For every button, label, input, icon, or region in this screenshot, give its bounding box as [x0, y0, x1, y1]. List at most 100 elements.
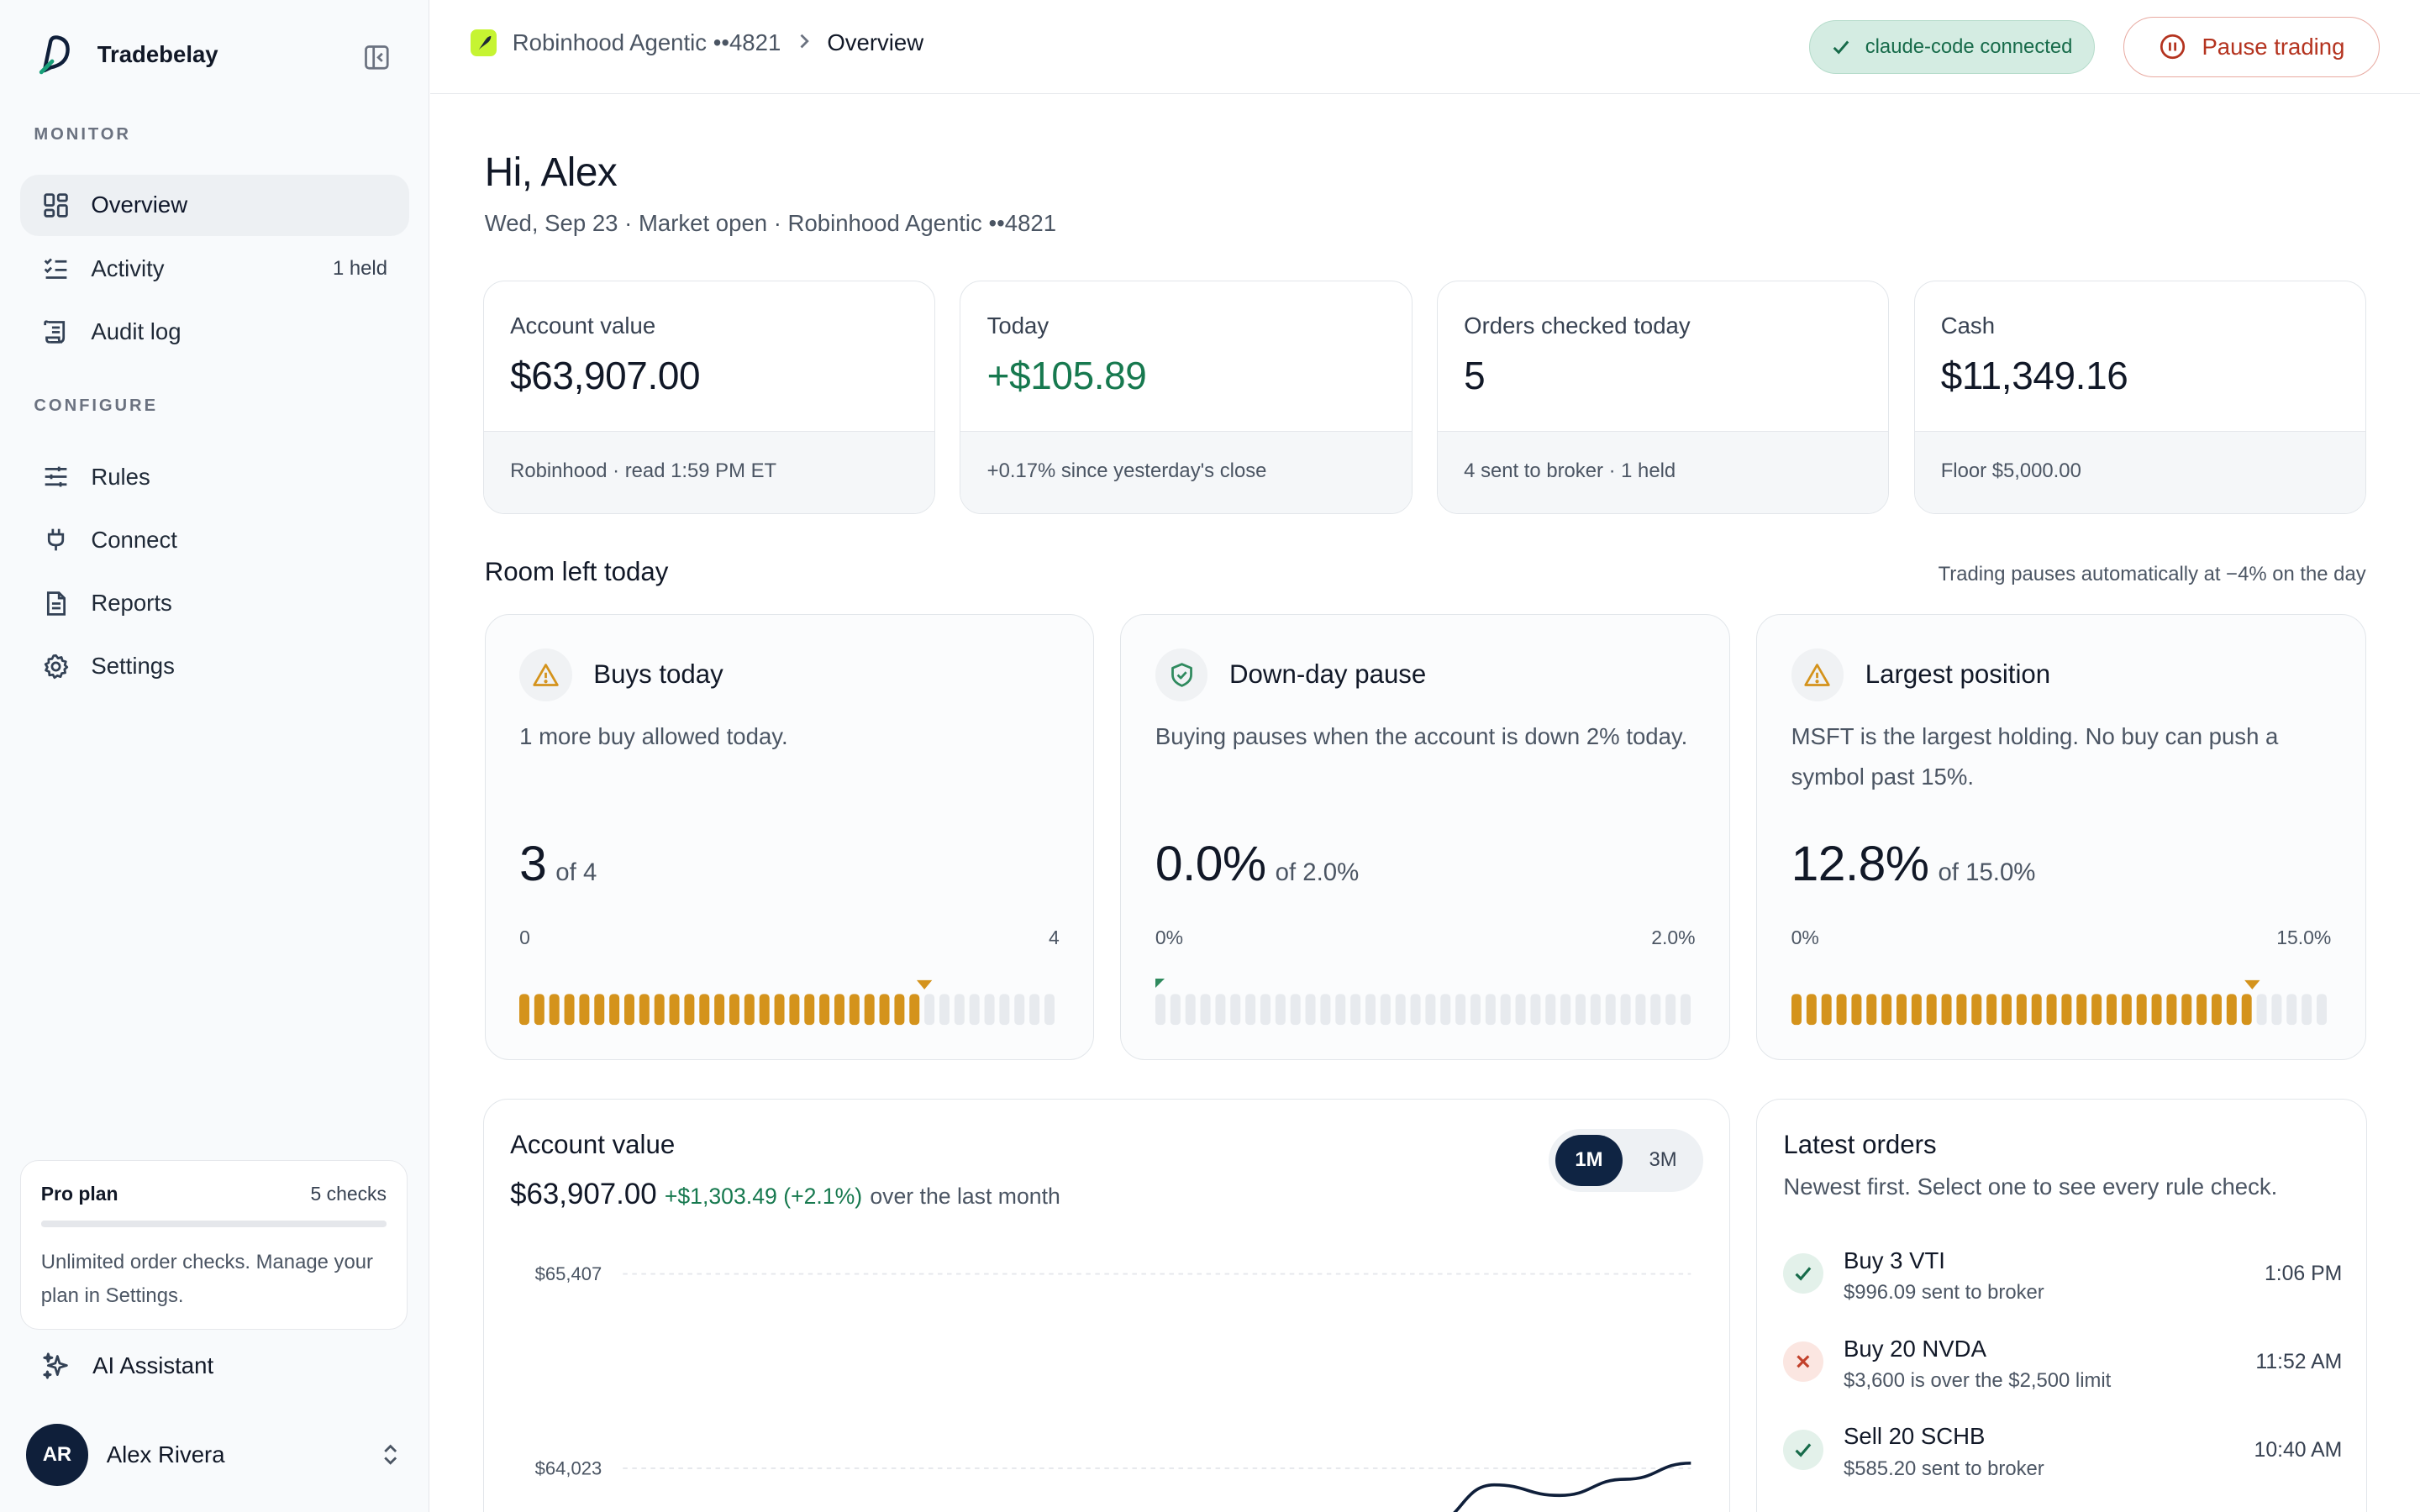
gauge-min-label: 0% — [1791, 927, 1819, 948]
gauge-limit: of 2.0% — [1275, 858, 1360, 886]
sidebar-item-label: Connect — [91, 526, 177, 553]
stat-value: $63,907.00 — [510, 353, 701, 397]
plan-card[interactable]: Pro plan 5 checks Unlimited order checks… — [19, 1160, 408, 1331]
gear-icon — [42, 653, 70, 680]
pause-icon — [2159, 33, 2186, 60]
ai-assistant-button[interactable]: AI Assistant — [42, 1352, 214, 1381]
order-title: Sell 20 SCHB — [1844, 1423, 1986, 1450]
gauge-segment — [2121, 994, 2132, 1026]
order-time: 11:52 AM — [2255, 1351, 2343, 1374]
order-row[interactable]: Buy 20 NVDA $3,600 is over the $2,500 li… — [1783, 1336, 2342, 1404]
checklist-icon — [42, 255, 70, 282]
gauge-segment — [1185, 994, 1196, 1026]
account-value-chart: $65,407 $64,023 — [534, 1263, 1691, 1512]
collapse-sidebar-icon[interactable] — [361, 42, 392, 73]
sidebar-item-activity[interactable]: Activity 1 held — [20, 238, 409, 299]
gauge-segment — [2316, 994, 2327, 1026]
gauge-segment — [1485, 994, 1496, 1026]
gauge-min-label: 0 — [519, 927, 530, 948]
gauge-title: Buys today — [593, 659, 723, 690]
sidebar-item-reports[interactable]: Reports — [20, 572, 409, 633]
gauge-segment — [2060, 994, 2071, 1026]
ai-assistant-label: AI Assistant — [92, 1352, 214, 1379]
gauge-segment — [2181, 994, 2191, 1026]
pause-trading-button[interactable]: Pause trading — [2123, 17, 2381, 77]
gauge-bar — [1155, 979, 1691, 1026]
gauge-segment — [1335, 994, 1346, 1026]
gauge-segment — [519, 994, 530, 1026]
sidebar-item-overview[interactable]: Overview — [19, 174, 409, 236]
connection-status-label: claude-code connected — [1865, 35, 2073, 59]
gauge-segment — [1410, 994, 1421, 1026]
gauge-value: 0.0% — [1155, 836, 1266, 891]
gauge-segment — [1515, 994, 1526, 1026]
y-tick-label: $64,023 — [534, 1457, 602, 1478]
stat-card-orders-checked: Orders checked today 5 4 sent to broker … — [1436, 281, 1890, 514]
sliders-icon — [42, 463, 70, 491]
gauge-segment — [849, 994, 860, 1026]
sidebar-item-connect[interactable]: Connect — [20, 509, 409, 570]
check-icon — [1831, 37, 1851, 57]
gauge-card-buys-today[interactable]: Buys today 1 more buy allowed today. 3 of… — [484, 614, 1095, 1060]
gauge-segment — [2151, 994, 2162, 1026]
chevron-up-down-icon — [378, 1442, 402, 1467]
shield-check-icon — [1155, 648, 1208, 701]
plan-usage-bar — [40, 1221, 387, 1227]
gauge-segment — [774, 994, 785, 1026]
gauge-limit: of 4 — [555, 858, 597, 886]
sidebar-item-label: Activity — [91, 255, 165, 281]
gauge-card-down-day-pause[interactable]: Down-day pause Buying pauses when the ac… — [1120, 614, 1730, 1060]
breadcrumb-account[interactable]: Robinhood Agentic ••4821 — [513, 29, 781, 56]
order-row[interactable]: Buy 3 VTI $996.09 sent to broker 1:06 PM — [1783, 1247, 2342, 1315]
stat-card-today: Today +$105.89 +0.17% since yesterday's … — [960, 281, 1413, 514]
gauge-segment — [969, 994, 980, 1026]
gauge-segment — [1665, 994, 1676, 1026]
gauge-segment — [1926, 994, 1937, 1026]
gauge-marker — [917, 980, 933, 990]
stat-footer: +0.17% since yesterday's close — [960, 431, 1412, 513]
gauge-segment — [1911, 994, 1922, 1026]
gauge-segment — [1200, 994, 1211, 1026]
check-circle-icon — [1783, 1429, 1824, 1470]
gauge-marker — [1155, 979, 1165, 989]
latest-orders-subtitle: Newest first. Select one to see every ru… — [1783, 1173, 2278, 1200]
order-row[interactable]: Sell 20 SCHB $585.20 sent to broker 10:4… — [1783, 1423, 2342, 1491]
check-circle-icon — [1783, 1253, 1824, 1294]
gauge-segment — [1365, 994, 1376, 1026]
sidebar-item-rules[interactable]: Rules — [20, 446, 409, 507]
gauge-segment — [834, 994, 845, 1026]
gauge-limit: of 15.0% — [1938, 858, 2036, 886]
sidebar-item-label: Reports — [91, 590, 172, 617]
gauge-segment — [1500, 994, 1511, 1026]
sidebar-item-audit-log[interactable]: Audit log — [20, 301, 409, 362]
gauge-segment — [1941, 994, 1952, 1026]
y-tick-label: $65,407 — [534, 1263, 602, 1284]
gauge-segment — [804, 994, 815, 1026]
gauge-segment — [1275, 994, 1286, 1026]
user-menu[interactable]: AR Alex Rivera — [26, 1422, 402, 1487]
gauge-segment — [2075, 994, 2086, 1026]
gauge-segment — [1590, 994, 1601, 1026]
gauge-segment — [1244, 994, 1255, 1026]
gauge-max-label: 15.0% — [2276, 927, 2332, 948]
gauge-segment — [1215, 994, 1226, 1026]
gauge-title: Largest position — [1865, 659, 2051, 690]
gauge-bar — [519, 980, 1055, 1026]
gauge-segment — [999, 994, 1010, 1026]
gauge-segment — [1305, 994, 1316, 1026]
sidebar-item-settings[interactable]: Settings — [20, 636, 409, 697]
plan-title: Pro plan — [40, 1182, 118, 1205]
sparkles-icon — [42, 1352, 71, 1381]
gauge-title: Down-day pause — [1229, 659, 1427, 690]
gauge-card-largest-position[interactable]: Largest position MSFT is the largest hol… — [1756, 614, 2366, 1060]
sidebar: Tradebelay MONITOR Overview Activity 1 h… — [0, 0, 429, 1512]
gauge-segment — [1605, 994, 1616, 1026]
sidebar-item-label: Settings — [91, 653, 175, 680]
brand[interactable]: Tradebelay — [34, 34, 218, 76]
gauge-segment — [1170, 994, 1181, 1026]
gauge-segment — [864, 994, 875, 1026]
account-value-chart-card: Account value $63,907.00 +$1,303.49 (+2.… — [482, 1098, 1730, 1512]
gauge-segment — [819, 994, 830, 1026]
gauge-segment — [2106, 994, 2117, 1026]
order-title: Buy 20 NVDA — [1844, 1335, 1986, 1362]
